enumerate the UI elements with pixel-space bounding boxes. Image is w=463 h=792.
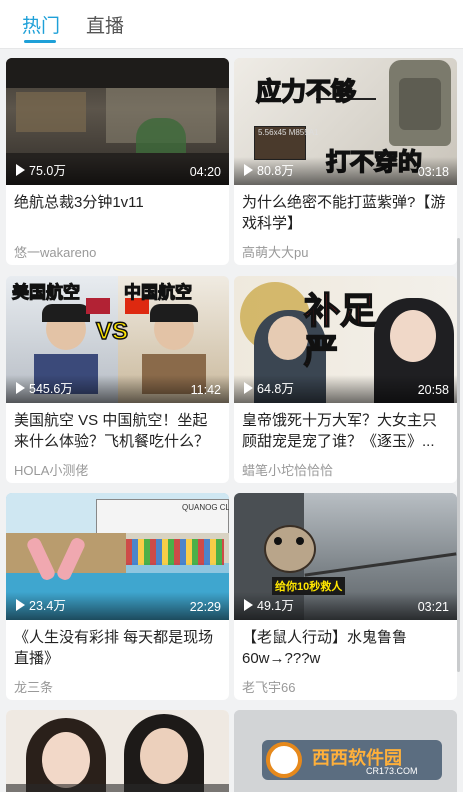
view-count: 75.0万 [16,160,66,179]
view-count-text: 49.1万 [257,599,294,613]
video-card[interactable]: 美国航空 中国航空 VS 545.6万 11:42 美国航空 VS 中国航空！坐… [6,276,229,483]
view-count-text: 75.0万 [29,164,66,178]
play-icon [244,598,253,611]
view-count: 80.8万 [244,160,294,179]
video-duration: 11:42 [190,383,221,397]
tab-hot[interactable]: 热门 [22,11,60,38]
video-card[interactable]: 西西软件园 CR173.COM [234,710,457,792]
watermark-url: CR173.COM [366,766,418,776]
video-duration: 20:58 [417,383,449,397]
video-author[interactable]: HOLA小测佬 [14,460,88,479]
thumbnail-small-text: QUANOG CLA [182,503,229,512]
thumbnail-small-text: 5.56x45 M855A1 [258,128,319,137]
video-author[interactable]: 龙三条 [14,677,53,696]
video-thumbnail: 美国航空 中国航空 VS 545.6万 11:42 [6,276,229,403]
video-duration: 03:18 [417,165,449,179]
video-title: 美国航空 VS 中国航空！坐起来什么体验？飞机餐吃什么？ [14,412,210,450]
video-title: 《人生没有彩排 每天都是现场直播》 [14,629,214,667]
view-count-text: 545.6万 [29,382,73,396]
video-thumbnail: 西西软件园 CR173.COM [234,710,457,792]
video-card[interactable]: 给你10秒救人 49.1万 03:21 【老鼠人行动】水鬼鲁鲁60w→???w … [234,493,457,700]
video-duration: 22:29 [189,600,221,614]
video-thumbnail: 给你10秒救人 49.1万 03:21 [234,493,457,620]
top-tab-bar: 热门 直播 [0,0,463,49]
play-icon [16,598,25,611]
video-title: 【老鼠人行动】水鬼鲁鲁60w→???w [242,629,408,667]
play-icon [16,163,25,176]
view-count: 23.4万 [16,595,66,614]
play-icon [16,381,25,394]
play-icon [244,381,253,394]
video-author[interactable]: 高萌大大pu [242,242,308,261]
video-author[interactable]: 蜡笔小坨恰恰恰 [242,460,333,479]
thumbnail-headline: 美国航空 [12,283,81,303]
thumbnail-headline: 应力不够 [255,77,357,107]
video-duration: 03:21 [417,600,449,614]
video-title: 皇帝饿死十万大军？大女主只顾甜宠是宠了谁？《逐玉》... [242,412,438,450]
video-card[interactable] [6,710,229,792]
video-card[interactable]: 75.0万 04:20 绝航总裁3分钟1v11 悠一wakareno [6,58,229,265]
video-card[interactable]: 5.56x45 M855A1 应力不够 打不穿的 80.8万 03:18 为什么… [234,58,457,265]
video-duration: 04:20 [189,165,221,179]
video-card[interactable]: 补足 严 64.8万 20:58 皇帝饿死十万大军？大女主只顾甜宠是宠了谁？《逐… [234,276,457,483]
view-count: 49.1万 [244,595,294,614]
active-tab-indicator [24,40,56,43]
video-author[interactable]: 悠一wakareno [14,242,96,261]
thumbnail-vs: VS [95,317,129,346]
view-count-text: 23.4万 [29,599,66,613]
video-thumbnail: 75.0万 04:20 [6,58,229,185]
video-card[interactable]: QUANOG CLA 23.4万 22:29 《人生没有彩排 每天都是现场直播》… [6,493,229,700]
video-thumbnail [6,710,229,792]
video-thumbnail: 5.56x45 M855A1 应力不够 打不穿的 80.8万 03:18 [234,58,457,185]
video-title: 绝航总裁3分钟1v11 [14,194,144,211]
view-count: 545.6万 [16,378,73,397]
video-title: 为什么绝密不能打蓝紫弹?【游戏科学】 [242,194,446,232]
video-thumbnail: QUANOG CLA 23.4万 22:29 [6,493,229,620]
view-count: 64.8万 [244,378,294,397]
video-thumbnail: 补足 严 64.8万 20:58 [234,276,457,403]
video-author[interactable]: 老飞宇66 [242,677,295,696]
thumbnail-headline: 中国航空 [124,283,193,303]
scrollbar[interactable] [457,238,460,672]
play-icon [244,163,253,176]
view-count-text: 80.8万 [257,164,294,178]
thumbnail-headline: 严 [303,332,339,372]
tab-live[interactable]: 直播 [86,11,124,38]
view-count-text: 64.8万 [257,382,294,396]
